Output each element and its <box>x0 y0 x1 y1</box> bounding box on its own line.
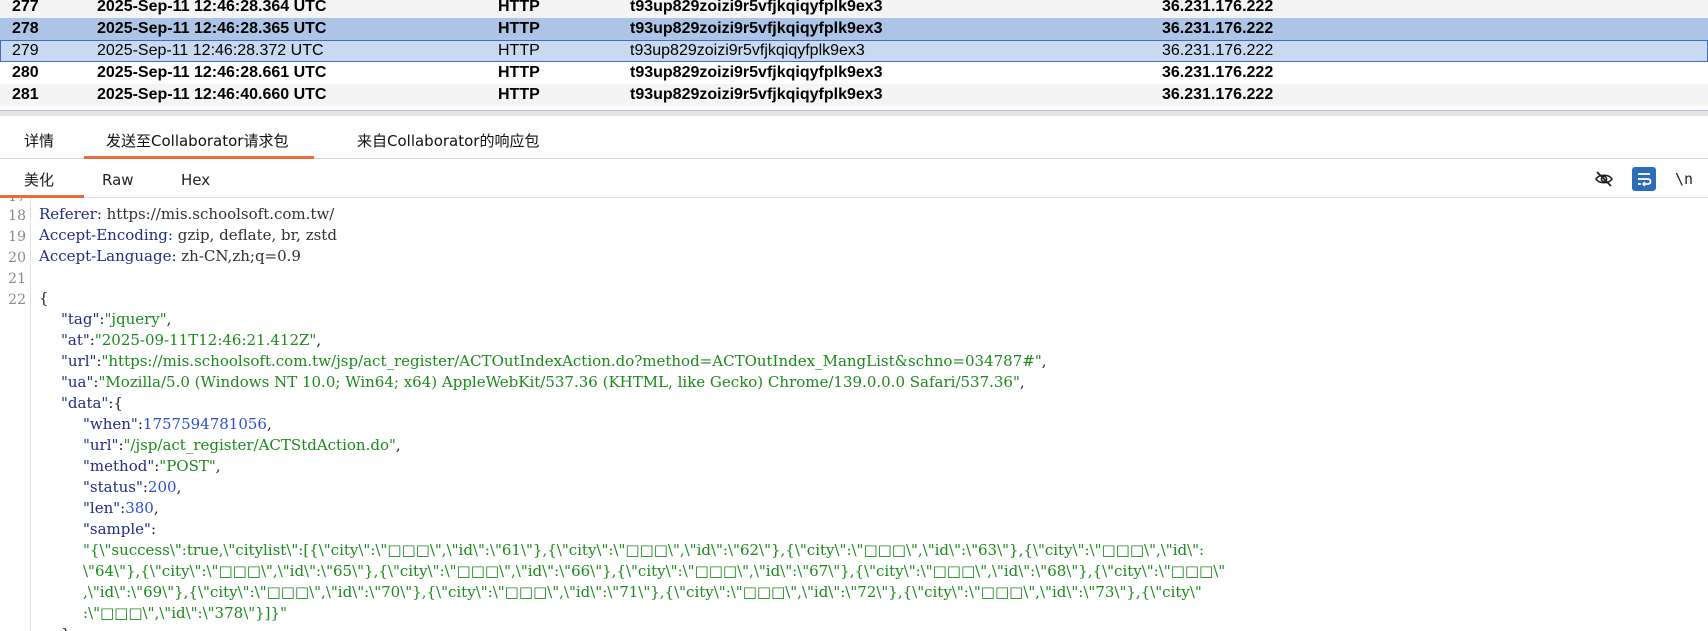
row-payload: t93up829zoizi9r5vfjkqiqyfplk9ex3 <box>630 64 883 81</box>
row-number: 279 <box>12 42 39 59</box>
tab-hex[interactable]: Hex <box>181 163 210 197</box>
row-ip: 36.231.176.222 <box>1162 20 1274 37</box>
line-number: 19 <box>8 229 26 245</box>
newline-label: \n <box>1674 170 1694 188</box>
split-pane-divider[interactable] <box>0 110 1708 116</box>
json-line-method: "method":"POST", <box>83 457 221 475</box>
line-number: 20 <box>8 250 26 266</box>
row-time: 2025-Sep-11 12:46:28.365 UTC <box>97 20 327 37</box>
row-time: 2025-Sep-11 12:46:28.661 UTC <box>97 64 327 81</box>
json-line-at: "at":"2025-09-11T12:46:21.412Z", <box>61 331 322 349</box>
row-number: 278 <box>12 20 39 37</box>
tab-response-from-collaborator[interactable]: 来自Collaborator的响应包 <box>357 124 539 158</box>
eye-slash-icon[interactable] <box>1592 167 1616 191</box>
json-sample-value-line: "{\"success\":true,\"citylist\":[{\"city… <box>83 541 1205 559</box>
json-open-brace: { <box>39 289 49 307</box>
row-number: 280 <box>12 64 39 81</box>
detail-tab-bar: 详情 发送至Collaborator请求包 来自Collaborator的响应包 <box>0 124 1708 159</box>
row-number: 281 <box>12 86 39 103</box>
json-sample-value-line: ,\"id\":\"69\"},{\"city\":\"□□□\",\"id\"… <box>83 583 1202 601</box>
json-sample-value-line: \"64\"},{\"city\":\"□□□\",\"id\":\"65\"}… <box>83 562 1226 580</box>
header-line-referer: Referer: https://mis.schoolsoft.com.tw/ <box>39 205 335 223</box>
row-type: HTTP <box>498 64 540 81</box>
row-ip: 36.231.176.222 <box>1162 86 1274 103</box>
line-number: 18 <box>8 208 26 224</box>
row-time: 2025-Sep-11 12:46:28.364 UTC <box>97 0 327 15</box>
row-payload: t93up829zoizi9r5vfjkqiqyfplk9ex3 <box>630 0 883 15</box>
row-type: HTTP <box>498 42 540 59</box>
json-line-ua: "ua":"Mozilla/5.0 (Windows NT 10.0; Win6… <box>61 373 1025 391</box>
json-line-tag: "tag":"jquery", <box>61 310 172 328</box>
row-type: HTTP <box>498 86 540 103</box>
table-row[interactable]: 278 2025-Sep-11 12:46:28.365 UTC HTTP t9… <box>0 18 1708 40</box>
tab-request-to-collaborator[interactable]: 发送至Collaborator请求包 <box>83 124 316 159</box>
header-line-accept-language: Accept-Language: zh-CN,zh;q=0.9 <box>39 247 301 265</box>
line-number-partial: 17 <box>2 198 26 204</box>
row-time: 2025-Sep-11 12:46:28.372 UTC <box>97 42 324 59</box>
wrap-text-icon[interactable] <box>1632 167 1656 191</box>
json-line-sample: "sample": <box>83 520 157 538</box>
json-line-data: "data":{ <box>61 394 123 412</box>
row-ip: 36.231.176.222 <box>1162 42 1274 59</box>
row-type: HTTP <box>498 0 540 15</box>
row-number: 277 <box>12 0 39 15</box>
line-number: 22 <box>8 292 26 308</box>
row-payload: t93up829zoizi9r5vfjkqiqyfplk9ex3 <box>630 20 883 37</box>
tab-details[interactable]: 详情 <box>24 124 54 158</box>
json-line-status: "status":200, <box>83 478 182 496</box>
json-sample-value-line: :\"□□□\",\"id\":\"378\"}]}" <box>83 604 287 622</box>
json-data-close: } <box>61 624 71 631</box>
json-line-data-url: "url":"/jsp/act_register/ACTStdAction.do… <box>83 436 401 454</box>
row-ip: 36.231.176.222 <box>1162 64 1274 81</box>
table-row[interactable]: 281 2025-Sep-11 12:46:40.660 UTC HTTP t9… <box>0 84 1708 106</box>
table-row-selected[interactable]: 279 2025-Sep-11 12:46:28.372 UTC HTTP t9… <box>0 40 1708 62</box>
table-row[interactable]: 280 2025-Sep-11 12:46:28.661 UTC HTTP t9… <box>0 62 1708 84</box>
request-editor[interactable]: 17 18 19 20 21 22 Referer: https://mis.s… <box>0 198 1708 631</box>
row-type: HTTP <box>498 20 540 37</box>
row-ip: 36.231.176.222 <box>1162 0 1274 15</box>
row-payload: t93up829zoizi9r5vfjkqiqyfplk9ex3 <box>630 86 883 103</box>
newline-toggle-icon[interactable]: \n <box>1672 167 1696 191</box>
json-line-when: "when":1757594781056, <box>83 415 272 433</box>
interaction-table: 277 2025-Sep-11 12:46:28.364 UTC HTTP t9… <box>0 0 1708 110</box>
line-number: 21 <box>8 271 26 287</box>
header-line-accept-encoding: Accept-Encoding: gzip, deflate, br, zstd <box>39 226 337 244</box>
json-line-len: "len":380, <box>83 499 159 517</box>
json-line-url: "url":"https://mis.schoolsoft.com.tw/jsp… <box>61 352 1047 370</box>
row-time: 2025-Sep-11 12:46:40.660 UTC <box>97 86 327 103</box>
line-number-gutter: 17 18 19 20 21 22 <box>0 198 31 631</box>
table-row[interactable]: 277 2025-Sep-11 12:46:28.364 UTC HTTP t9… <box>0 0 1708 18</box>
row-payload: t93up829zoizi9r5vfjkqiqyfplk9ex3 <box>630 42 865 59</box>
tab-raw[interactable]: Raw <box>102 163 134 197</box>
tab-pretty[interactable]: 美化 <box>0 163 85 198</box>
view-mode-tab-bar: 美化 Raw Hex <box>0 163 1708 198</box>
